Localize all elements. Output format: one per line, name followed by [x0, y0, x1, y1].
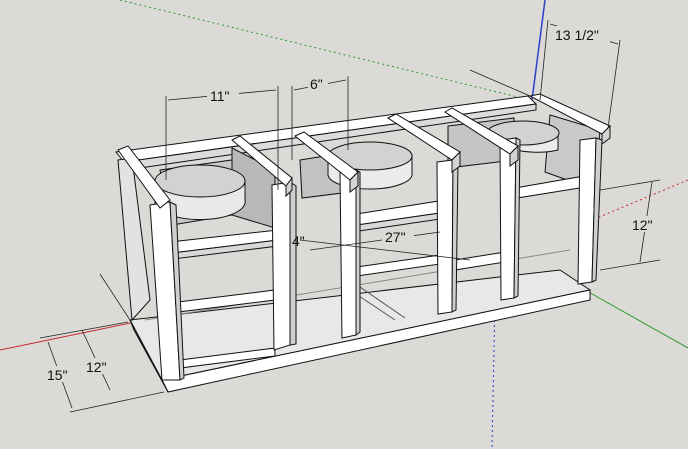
dim-speaker-top-width[interactable]: 13 1/2" — [555, 27, 599, 43]
dim-right-height[interactable]: 12" — [632, 217, 653, 233]
model-canvas[interactable]: 11" 6" 13 1/2" 27" 4" 12" 12" 15" — [0, 0, 688, 449]
dim-left-cutout-width[interactable]: 11" — [210, 88, 230, 104]
dim-center-gap[interactable]: 6" — [310, 76, 323, 92]
dim-left-outer-height[interactable]: 15" — [47, 367, 68, 383]
dim-small-offset[interactable]: 4" — [292, 233, 305, 249]
blue-axis — [531, 0, 546, 101]
dim-left-inner-height[interactable]: 12" — [86, 359, 107, 375]
dim-inner-length[interactable]: 27" — [385, 229, 406, 245]
red-axis — [0, 321, 136, 351]
model-viewport[interactable]: 11" 6" 13 1/2" 27" 4" 12" 12" 15" — [0, 0, 688, 449]
green-axis — [584, 289, 688, 349]
blue-axis-hidden — [491, 299, 496, 449]
